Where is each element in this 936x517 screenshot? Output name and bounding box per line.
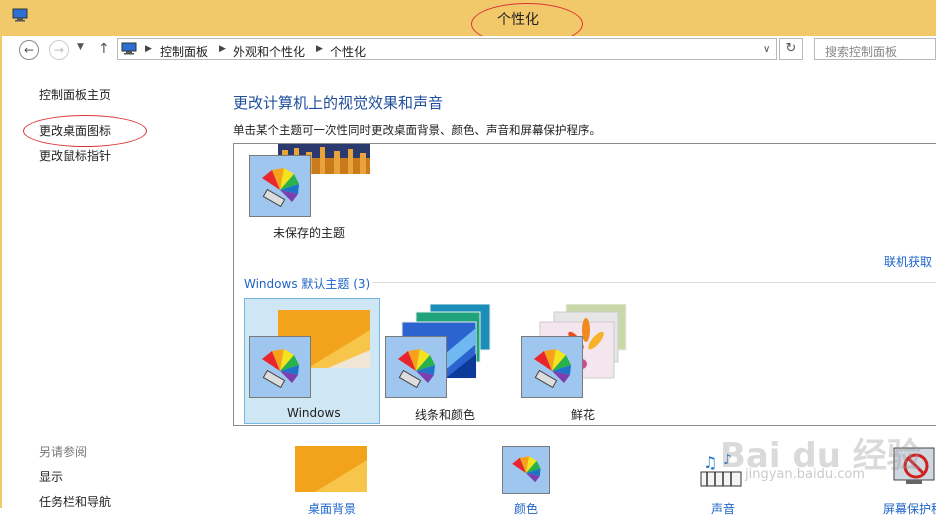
annotation-circle-desktop-icons xyxy=(23,115,147,147)
sound-label[interactable]: 声音 xyxy=(711,500,735,517)
refresh-icon[interactable]: ↻ xyxy=(779,38,803,60)
theme-flowers-label[interactable]: 鲜花 xyxy=(571,406,595,423)
forward-arrow-icon[interactable]: → xyxy=(49,40,69,60)
breadcrumb-separator-icon[interactable]: ▶ xyxy=(219,44,226,54)
window-border xyxy=(0,36,2,508)
sidebar-link-change-mouse-pointers[interactable]: 更改鼠标指针 xyxy=(39,147,111,164)
breadcrumb-separator-icon[interactable]: ▶ xyxy=(145,44,152,54)
paint-palette-icon xyxy=(385,336,447,398)
theme-lines-and-colors-label[interactable]: 线条和颜色 xyxy=(415,406,475,423)
breadcrumb-personalization[interactable]: 个性化 xyxy=(330,43,366,60)
see-also-link-display[interactable]: 显示 xyxy=(39,468,63,485)
breadcrumb-separator-icon[interactable]: ▶ xyxy=(316,44,323,54)
chevron-down-icon[interactable]: ∨ xyxy=(763,44,770,55)
unsaved-theme-label[interactable]: 未保存的主题 xyxy=(273,224,345,241)
breadcrumb-appearance[interactable]: 外观和个性化 xyxy=(233,43,305,60)
up-arrow-icon[interactable]: ↑ xyxy=(98,41,110,57)
group-divider xyxy=(372,282,936,283)
baidu-watermark-url: jingyan.baidu.com xyxy=(745,467,865,482)
svg-text:♫: ♫ xyxy=(703,453,717,472)
see-also-title: 另请参阅 xyxy=(39,445,88,459)
color-palette-icon[interactable] xyxy=(502,446,550,494)
back-arrow-icon[interactable]: ← xyxy=(19,40,39,60)
search-placeholder: 搜索控制面板 xyxy=(825,45,898,59)
recent-locations-dropdown-icon[interactable]: ▼ xyxy=(77,42,84,52)
paint-palette-icon xyxy=(521,336,583,398)
page-description: 单击某个主题可一次性同时更改桌面背景、颜色、声音和屏幕保护程序。 xyxy=(233,123,601,137)
paint-palette-icon xyxy=(249,336,311,398)
get-more-themes-online-link[interactable]: 联机获取 xyxy=(884,253,932,270)
address-bar[interactable] xyxy=(117,38,777,60)
screen-saver-label[interactable]: 屏幕保护程 xyxy=(883,500,936,517)
sidebar-link-control-panel-home[interactable]: 控制面板主页 xyxy=(39,86,111,103)
desktop-background-icon[interactable] xyxy=(295,446,367,492)
desktop-background-label[interactable]: 桌面背景 xyxy=(308,500,356,517)
control-panel-icon xyxy=(121,42,137,55)
control-panel-app-icon[interactable] xyxy=(12,8,28,22)
paint-palette-icon[interactable] xyxy=(249,155,311,217)
theme-windows-label[interactable]: Windows xyxy=(287,406,341,420)
see-also-link-taskbar[interactable]: 任务栏和导航 xyxy=(39,493,111,510)
breadcrumb-control-panel[interactable]: 控制面板 xyxy=(160,43,208,60)
default-themes-group-title: Windows 默认主题 (3) xyxy=(244,277,371,291)
title-bar xyxy=(0,0,936,36)
page-heading: 更改计算机上的视觉效果和声音 xyxy=(233,94,444,112)
color-label[interactable]: 颜色 xyxy=(514,500,538,517)
